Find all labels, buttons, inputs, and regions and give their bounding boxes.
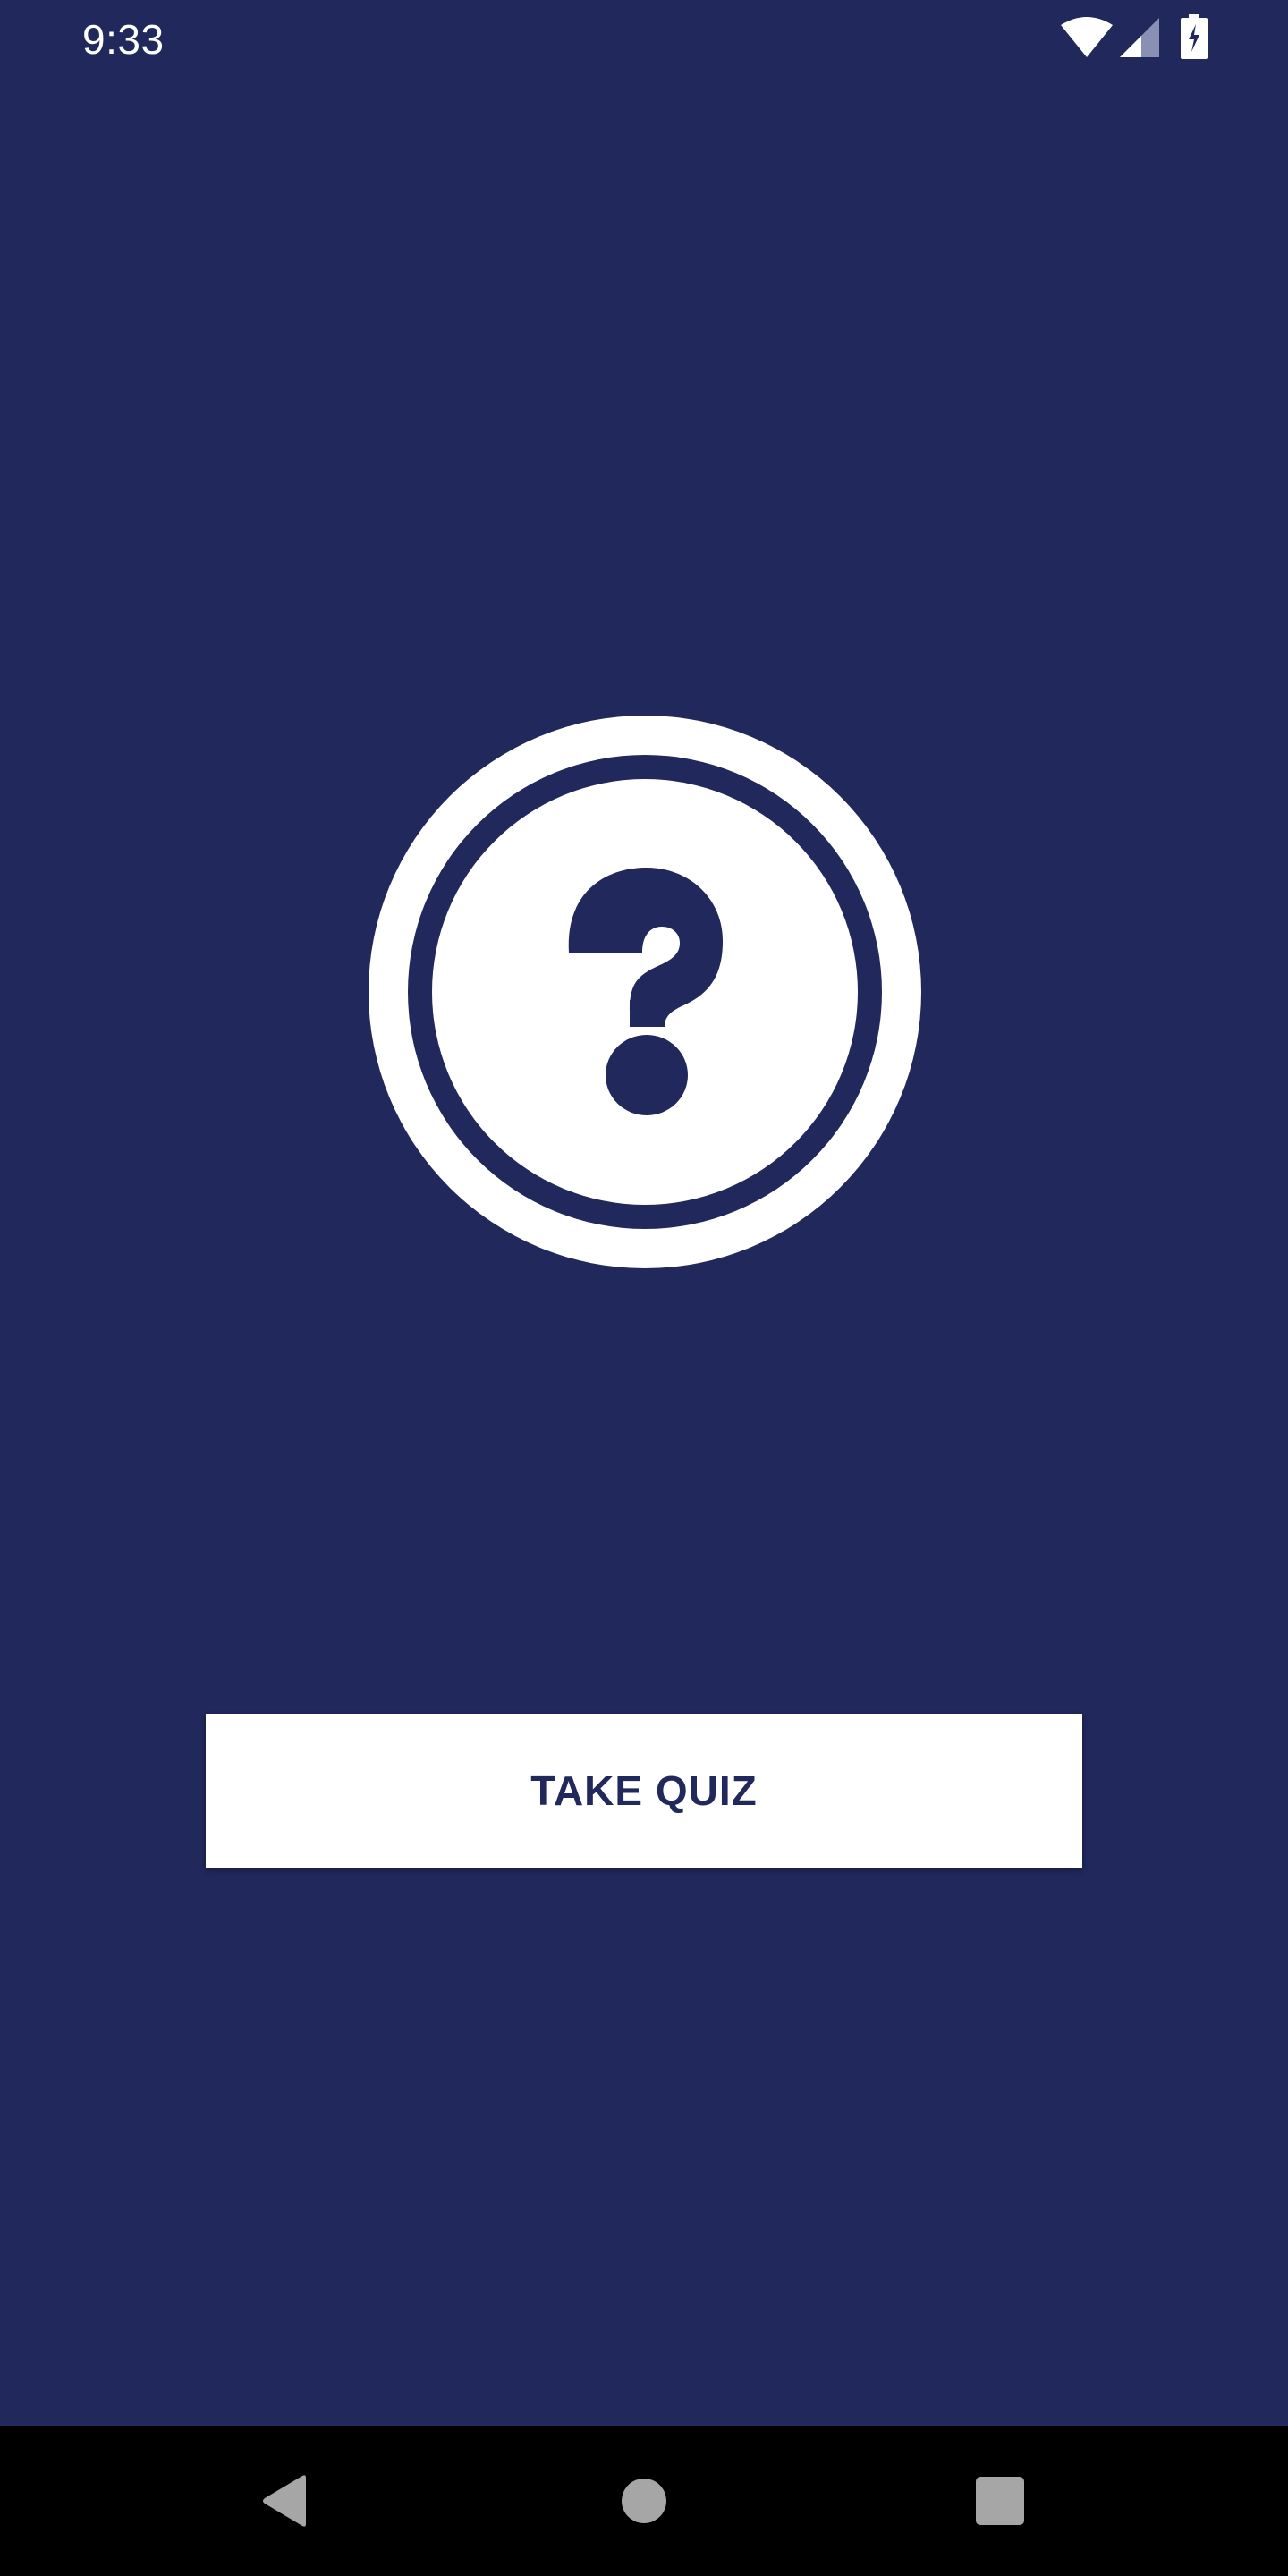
question-mark-circle-icon <box>369 716 921 1268</box>
recents-button[interactable] <box>928 2426 1072 2576</box>
wifi-icon <box>1061 17 1113 57</box>
back-icon <box>263 2475 306 2527</box>
signal-icon <box>1120 18 1159 57</box>
status-bar: 9:33 <box>0 0 1288 79</box>
quiz-home-screen: 9:33 TAKE QUIZ <box>0 0 1288 2426</box>
back-button[interactable] <box>213 2426 356 2576</box>
status-time: 9:33 <box>82 16 165 63</box>
take-quiz-button[interactable]: TAKE QUIZ <box>206 1714 1082 1868</box>
home-button[interactable] <box>572 2426 716 2576</box>
status-icons <box>1002 0 1288 79</box>
recents-icon <box>976 2477 1024 2525</box>
home-icon <box>622 2479 666 2523</box>
navigation-bar <box>0 2426 1288 2576</box>
battery-charging-icon <box>1181 14 1208 59</box>
